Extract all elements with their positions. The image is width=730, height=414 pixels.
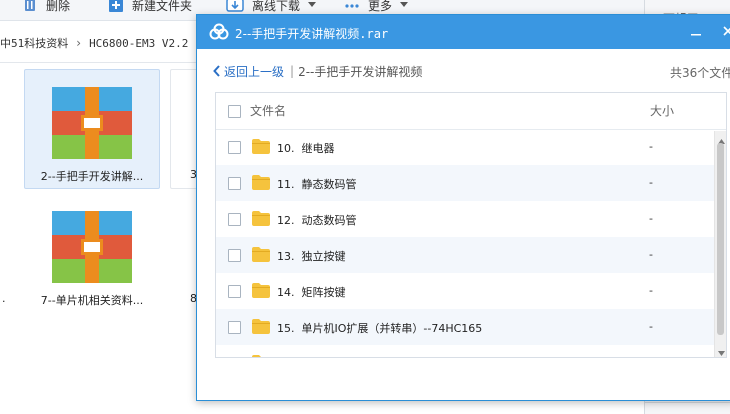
- folder-icon: [252, 175, 270, 193]
- add-icon: [108, 0, 124, 13]
- folder-icon: [252, 355, 270, 357]
- file-size: -: [649, 320, 653, 333]
- list-item[interactable]: 15. 单片机IO扩展（并转串）--74HC165 -: [216, 309, 716, 345]
- minimize-icon: [691, 25, 701, 39]
- delete-button[interactable]: 删除: [22, 0, 70, 16]
- minimize-button[interactable]: [685, 21, 707, 43]
- file-index: 12.: [277, 214, 295, 227]
- scroll-down-icon[interactable]: [718, 345, 725, 357]
- more-icon: [344, 0, 360, 13]
- vertical-scrollbar[interactable]: [714, 131, 726, 357]
- folder-icon: [252, 211, 270, 229]
- archive-preview-dialog: 2--手把手开发讲解视频.rar 返回上一级 | 2--手把手开发讲解视频 共3…: [196, 14, 730, 401]
- file-size: -: [649, 248, 653, 261]
- list-item[interactable]: 11. 静态数码管 -: [216, 165, 716, 201]
- new-folder-button[interactable]: 新建文件夹: [108, 0, 192, 16]
- back-label: 返回上一级: [224, 64, 285, 79]
- file-title: 继电器: [301, 142, 335, 155]
- folder-icon: [252, 139, 270, 157]
- file-name-fragment: .: [2, 292, 6, 305]
- chevron-left-icon: [213, 65, 221, 77]
- breadcrumb: 中51科技资料 › HC6800-EM3 V2.2: [0, 28, 200, 58]
- row-checkbox[interactable]: [228, 285, 241, 298]
- file-name: 2--手把手开发讲解...: [40, 170, 144, 183]
- file-tile[interactable]: 7--单片机相关资料...: [24, 193, 160, 313]
- divider: [645, 402, 730, 403]
- row-checkbox[interactable]: [228, 213, 241, 226]
- download-icon: [226, 0, 244, 13]
- breadcrumb-item[interactable]: HC6800-EM3 V2.2: [89, 37, 188, 50]
- list-item[interactable]: 12. 动态数码管 -: [216, 201, 716, 237]
- folder-icon: [252, 283, 270, 301]
- cloud-logo-icon: [208, 23, 230, 44]
- file-index: 10.: [277, 142, 295, 155]
- column-header-name[interactable]: 文件名: [250, 102, 286, 119]
- file-title: 静态数码管: [301, 178, 357, 191]
- row-checkbox[interactable]: [228, 177, 241, 190]
- list-item[interactable]: 13. 独立按键 -: [216, 237, 716, 273]
- file-tile[interactable]: 2--手把手开发讲解...: [24, 69, 160, 189]
- file-title: 单片机IO扩展（并转串）--74HC165: [301, 322, 483, 335]
- file-name: 13. 独立按键: [277, 248, 346, 264]
- file-size: -: [649, 140, 653, 153]
- list-item[interactable]: 10. 继电器 -: [216, 129, 716, 165]
- file-name: 10. 继电器: [277, 140, 335, 156]
- delete-label: 删除: [46, 0, 71, 13]
- close-button[interactable]: [717, 21, 730, 43]
- list-item[interactable]: [216, 345, 716, 358]
- file-index: 13.: [277, 250, 295, 263]
- select-all-checkbox[interactable]: [228, 105, 241, 118]
- file-title: 矩阵按键: [301, 286, 346, 299]
- new-folder-label: 新建文件夹: [132, 0, 193, 13]
- breadcrumb-separator-icon: ›: [76, 36, 82, 50]
- file-list: 文件名 大小 10. 继电器 - 11. 静态数码管 - 12. 动态数码管 -…: [215, 92, 727, 358]
- file-count: 共36个文件: [670, 66, 730, 80]
- file-name: 15. 单片机IO扩展（并转串）--74HC165: [277, 320, 482, 336]
- file-name: 11. 静态数码管: [277, 176, 357, 192]
- column-header-size[interactable]: 大小: [650, 102, 674, 119]
- dialog-title: 2--手把手开发讲解视频.rar: [235, 25, 388, 42]
- file-size: -: [649, 212, 653, 225]
- folder-icon: [252, 319, 270, 337]
- breadcrumb-item[interactable]: 中51科技资料: [0, 35, 68, 51]
- divider: [0, 62, 200, 63]
- dialog-subheader: 返回上一级 | 2--手把手开发讲解视频: [213, 63, 422, 79]
- chevron-down-icon: [308, 2, 317, 8]
- zip-archive-icon: [52, 87, 132, 162]
- folder-icon: [252, 247, 270, 265]
- scrollbar-thumb[interactable]: [717, 143, 724, 335]
- file-name: 7--单片机相关资料...: [40, 294, 144, 307]
- list-item[interactable]: 14. 矩阵按键 -: [216, 273, 716, 309]
- file-title: 动态数码管: [301, 214, 357, 227]
- subheader-separator: |: [290, 64, 295, 78]
- row-checkbox[interactable]: [228, 357, 241, 358]
- file-title: 独立按键: [301, 250, 346, 263]
- close-icon: [723, 25, 730, 39]
- file-name: 14. 矩阵按键: [277, 284, 346, 300]
- file-index: 11.: [277, 178, 295, 191]
- row-checkbox[interactable]: [228, 141, 241, 154]
- delete-icon: [22, 0, 38, 13]
- row-checkbox[interactable]: [228, 249, 241, 262]
- dialog-title-extension: .rar: [359, 27, 389, 41]
- row-checkbox[interactable]: [228, 321, 241, 334]
- file-index: 14.: [277, 286, 295, 299]
- chevron-down-icon: [400, 2, 409, 8]
- zip-archive-icon: [52, 211, 132, 286]
- file-name: 12. 动态数码管: [277, 212, 357, 228]
- list-header: 文件名 大小: [216, 93, 726, 130]
- more-label: 更多: [368, 0, 393, 13]
- current-folder-name: 2--手把手开发讲解视频: [298, 64, 423, 79]
- offline-download-label: 离线下载: [252, 0, 301, 13]
- back-button[interactable]: 返回上一级: [213, 63, 284, 80]
- file-size: -: [649, 284, 653, 297]
- file-size: -: [649, 176, 653, 189]
- dialog-titlebar[interactable]: 2--手把手开发讲解视频.rar: [197, 15, 730, 49]
- dialog-title-name: 2--手把手开发讲解视频: [235, 27, 360, 41]
- file-index: 15.: [277, 322, 295, 335]
